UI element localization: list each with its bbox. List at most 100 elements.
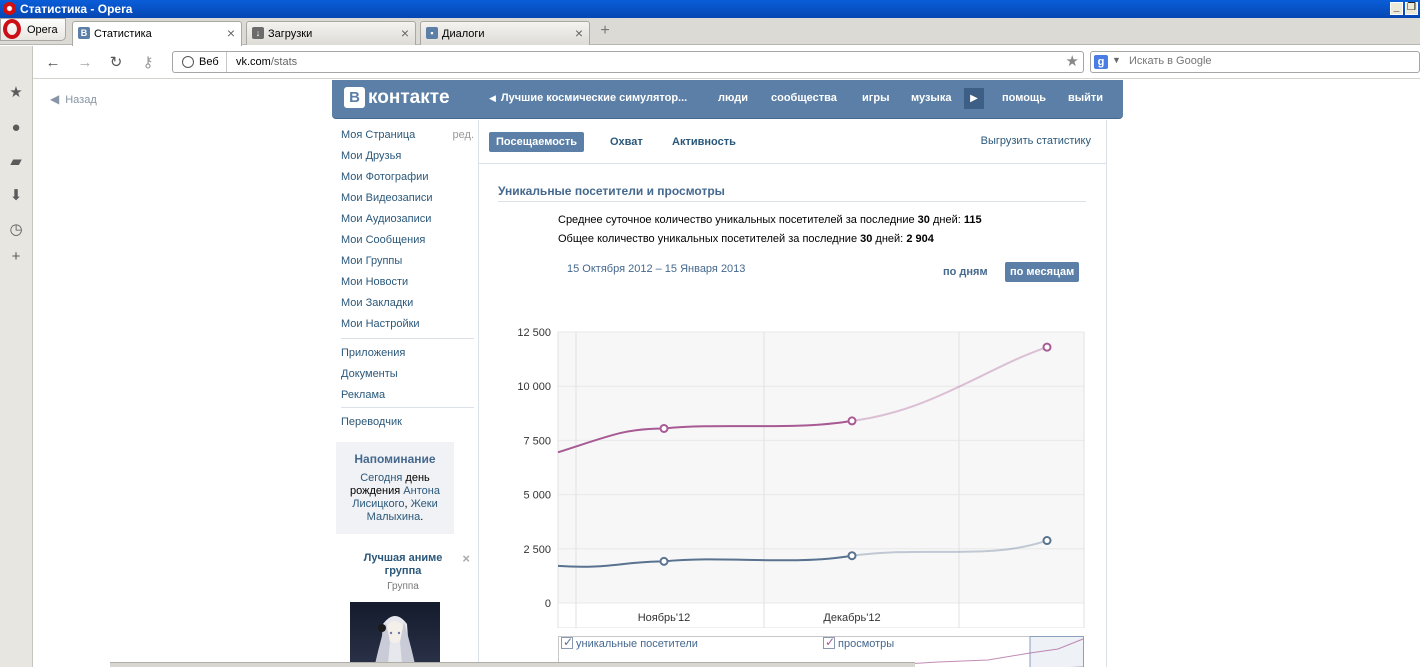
ad-block: Лучшая аниме группа Группа × [336, 551, 470, 664]
stat-days: 30 [860, 233, 873, 245]
menu-ads[interactable]: Реклама [341, 388, 474, 403]
menu-my-friends[interactable]: Мои Друзья [341, 149, 474, 170]
tab-reach[interactable]: Охват [603, 132, 650, 152]
dialogs-icon: ▪ [426, 27, 438, 39]
data-point[interactable] [659, 423, 669, 433]
search-input[interactable] [1129, 55, 1409, 67]
bookmarks-star-icon[interactable]: ★ [8, 85, 24, 101]
y-tick-label: 10 000 [517, 381, 551, 393]
export-stats-link[interactable]: Выгрузить статистику [981, 135, 1091, 147]
menu-my-groups[interactable]: Мои Группы [341, 254, 474, 275]
notes-icon[interactable]: ▰ [8, 154, 24, 170]
horizontal-scrollbar[interactable] [110, 662, 915, 667]
date-range[interactable]: 15 Октября 2012 – 15 Января 2013 [567, 263, 745, 275]
anime-girl-image [375, 616, 415, 664]
data-point[interactable] [1042, 536, 1052, 546]
close-tab-icon[interactable]: × [575, 25, 583, 41]
chevron-left-icon: ◀ [489, 93, 496, 103]
ad-image[interactable] [350, 602, 440, 664]
tab-activity[interactable]: Активность [665, 132, 743, 152]
close-tab-icon[interactable]: × [227, 25, 235, 41]
menu-my-messages[interactable]: Мои Сообщения [341, 233, 474, 254]
today-link[interactable]: Сегодня [360, 472, 402, 484]
stat-value: 115 [963, 214, 982, 226]
tab-attendance[interactable]: Посещаемость [489, 132, 585, 152]
menu-my-photos[interactable]: Мои Фотографии [341, 170, 474, 191]
reminder-dot: . [420, 511, 424, 523]
visitors-checkbox[interactable] [561, 635, 573, 649]
forward-arrow-icon[interactable]: → [76, 54, 94, 72]
reminder-text: Сегодня день рождения Антона Лисицкого, … [336, 472, 454, 524]
menu-translator[interactable]: Переводчик [341, 415, 474, 436]
menu-documents[interactable]: Документы [341, 367, 474, 388]
menu-my-settings[interactable]: Мои Настройки [341, 317, 474, 334]
menu-my-videos[interactable]: Мои Видеозаписи [341, 191, 474, 212]
data-point[interactable] [659, 556, 669, 566]
edit-link[interactable]: ред. [453, 128, 474, 142]
tab-statistics[interactable]: В Статистика × [72, 21, 242, 46]
site-info-button[interactable]: Веб [173, 52, 227, 72]
period-by-day-button[interactable]: по дням [938, 262, 993, 282]
key-icon[interactable]: ⚷ [139, 54, 157, 72]
legend-views[interactable]: просмотры [823, 635, 894, 650]
bookmark-star-icon[interactable]: ★ [1066, 52, 1079, 70]
close-ad-icon[interactable]: × [462, 551, 470, 566]
add-panel-icon[interactable]: + [8, 249, 24, 265]
chart-svg: 0 2 500 5 000 7 500 10 000 12 500 Ноябрь'12 Дек… [517, 327, 1085, 629]
menu-my-bookmarks[interactable]: Мои Закладки [341, 296, 474, 317]
tab-dialogs[interactable]: ▪ Диалоги × [420, 21, 590, 45]
views-checkbox[interactable] [823, 635, 835, 649]
data-point[interactable] [1042, 342, 1052, 352]
stats-content: Посещаемость Охват Активность Выгрузить … [478, 120, 1107, 667]
nav-more-arrow-icon[interactable]: ▶ [964, 88, 984, 109]
legend-visitors[interactable]: уникальные посетители [561, 635, 698, 650]
tab-downloads[interactable]: ↓ Загрузки × [246, 21, 416, 45]
tab-bar: Opera В Статистика × ↓ Загрузки × ▪ Диал… [0, 18, 1420, 46]
nav-music[interactable]: музыка [911, 92, 951, 104]
vk-header: Вконтакте ◀ Лучшие космические симулятор.… [332, 80, 1123, 119]
opera-menu-label: Opera [27, 24, 58, 36]
nav-help[interactable]: помощь [1002, 92, 1046, 104]
search-box[interactable]: g ▼ [1090, 51, 1420, 73]
url-text[interactable]: vk.com/stats [236, 56, 297, 68]
minimize-button[interactable]: _ [1390, 2, 1403, 15]
address-field[interactable]: Веб vk.com/stats ★ [172, 51, 1084, 73]
nav-communities[interactable]: сообщества [771, 92, 837, 104]
period-by-month-button[interactable]: по месяцам [1005, 262, 1080, 282]
google-icon[interactable]: g [1094, 55, 1108, 69]
site-info-label: Веб [199, 56, 219, 68]
opera-app-icon [3, 2, 16, 15]
data-point[interactable] [847, 416, 857, 426]
reload-icon[interactable]: ↻ [107, 54, 125, 72]
menu-my-news[interactable]: Мои Новости [341, 275, 474, 296]
vk-logo[interactable]: Вконтакте [344, 87, 450, 109]
nav-logout[interactable]: выйти [1068, 92, 1103, 104]
menu-apps[interactable]: Приложения [341, 346, 474, 367]
opera-menu-button[interactable]: Opera [0, 18, 66, 41]
opera-logo-icon [3, 19, 21, 39]
window-title: Статистика - Opera [20, 2, 133, 16]
url-domain: vk.com [236, 56, 271, 68]
restore-button[interactable]: ❐ [1405, 2, 1418, 15]
nav-people[interactable]: люди [718, 92, 748, 104]
history-clock-icon[interactable]: ◷ [8, 222, 24, 238]
section-title: Уникальные посетители и просмотры [498, 184, 1086, 202]
data-point[interactable] [847, 551, 857, 561]
downloads-panel-icon[interactable]: ⬇ [8, 188, 24, 204]
new-tab-icon[interactable]: + [597, 23, 613, 40]
nav-current-app[interactable]: ◀ Лучшие космические симулятор... [489, 92, 687, 104]
menu-my-audio[interactable]: Мои Аудиозаписи [341, 212, 474, 233]
ad-subtitle: Группа [387, 581, 419, 592]
back-link[interactable]: ◀ Назад [50, 92, 97, 106]
back-arrow-icon[interactable]: ← [44, 54, 62, 72]
ad-title[interactable]: Лучшая аниме группа [336, 552, 470, 578]
menu-divider [341, 338, 474, 339]
stat-days: 30 [917, 214, 930, 226]
downloads-icon: ↓ [252, 27, 264, 39]
nav-games[interactable]: игры [862, 92, 889, 104]
contacts-person-icon[interactable]: ● [8, 120, 24, 136]
chevron-down-icon[interactable]: ▼ [1112, 55, 1121, 65]
menu-my-page[interactable]: Моя Страница ред. [341, 128, 474, 149]
close-tab-icon[interactable]: × [401, 25, 409, 41]
menu-divider [341, 407, 474, 408]
